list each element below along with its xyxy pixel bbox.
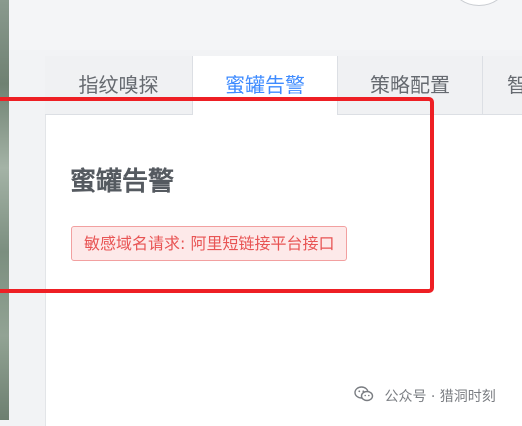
watermark: 公众号 · 猎洞时刻 [354,386,496,406]
tab-partial[interactable]: 智 [483,56,522,114]
top-bar [9,0,522,50]
watermark-text: 公众号 · 猎洞时刻 [384,389,496,405]
highlight-box [0,97,434,293]
wechat-icon [354,386,374,406]
